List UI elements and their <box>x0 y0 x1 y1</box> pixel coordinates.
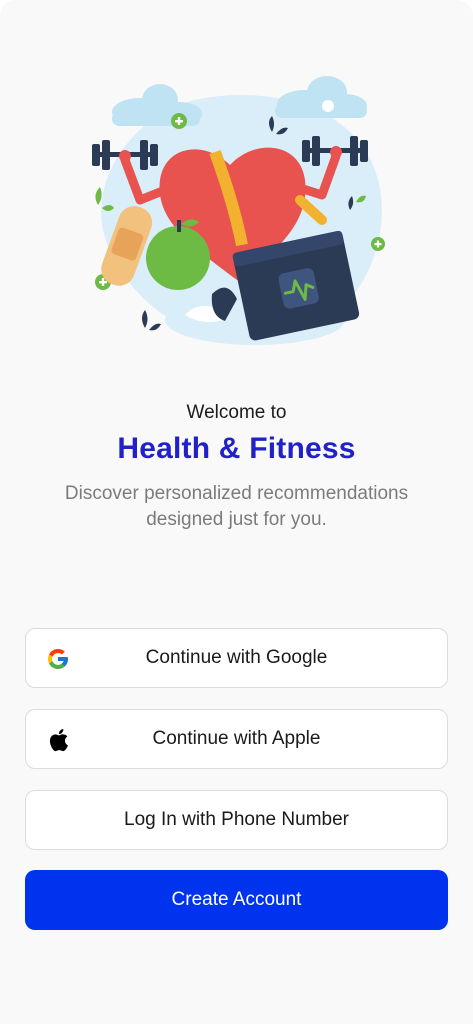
health-fitness-illustration <box>0 70 473 360</box>
welcome-greeting: Welcome to <box>186 402 287 423</box>
app-title: Health & Fitness <box>117 432 356 465</box>
google-button-label: Continue with Google <box>145 647 328 668</box>
apple-button-label: Continue with Apple <box>152 728 321 749</box>
create-account-button[interactable]: Create Account <box>25 870 448 930</box>
apple-icon <box>45 727 71 753</box>
google-icon <box>45 646 71 672</box>
phone-button-label: Log In with Phone Number <box>124 809 349 830</box>
continue-with-apple-button[interactable]: Continue with Apple <box>25 709 448 769</box>
create-account-label: Create Account <box>171 889 302 910</box>
welcome-screen: Welcome to Health & Fitness Discover per… <box>0 0 473 1024</box>
continue-with-google-button[interactable]: Continue with Google <box>25 628 448 688</box>
welcome-description: Discover personalized recommendations de… <box>64 483 409 530</box>
login-with-phone-button[interactable]: Log In with Phone Number <box>25 790 448 850</box>
